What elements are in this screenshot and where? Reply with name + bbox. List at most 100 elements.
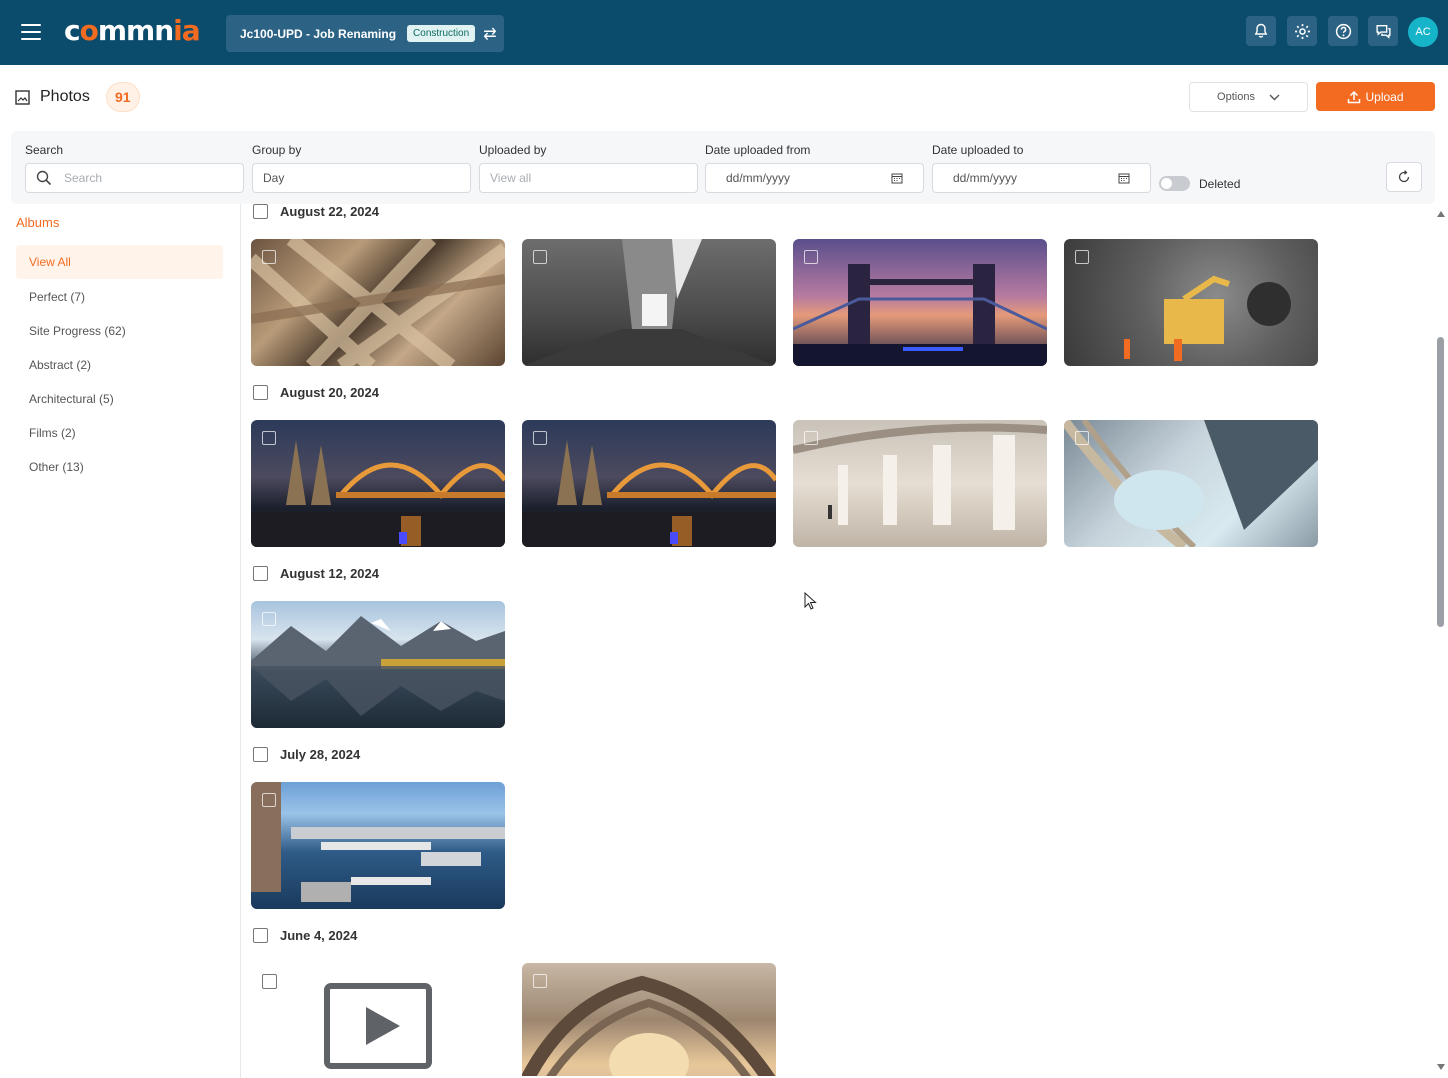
photo-art — [793, 423, 1047, 530]
cologne-bridge-photo[interactable] — [522, 420, 776, 547]
tree-tunnel-photo[interactable] — [522, 963, 776, 1076]
upload-icon — [1348, 90, 1361, 103]
menu-icon[interactable] — [21, 24, 41, 41]
date-to-label: Date uploaded to — [932, 143, 1024, 157]
group-checkbox[interactable] — [253, 566, 268, 581]
photo-checkbox[interactable] — [533, 431, 547, 445]
photo-checkbox[interactable] — [262, 250, 276, 264]
job-title: Jc100-UPD - Job Renaming — [240, 26, 397, 41]
messages-button[interactable] — [1368, 16, 1398, 46]
wooden-beams-photo[interactable] — [251, 239, 505, 366]
photo-checkbox[interactable] — [804, 250, 818, 264]
deleted-label: Deleted — [1199, 176, 1241, 191]
date-to-input[interactable]: dd/mm/yyyy — [932, 163, 1151, 193]
tunnel-machinery-photo[interactable] — [1064, 239, 1318, 366]
scroll-up-arrow[interactable] — [1437, 211, 1445, 217]
video-checkbox[interactable] — [262, 974, 277, 989]
date-group-header: August 20, 2024 — [253, 385, 379, 400]
group-checkbox[interactable] — [253, 747, 268, 762]
job-type-badge: Construction — [407, 25, 476, 42]
album-item-abstract[interactable]: Abstract (2) — [16, 348, 223, 382]
glass-tower-photo[interactable] — [1064, 420, 1318, 547]
date-group-header: June 4, 2024 — [253, 928, 357, 943]
deleted-toggle-group: Deleted — [1159, 176, 1240, 191]
search-input[interactable]: Search — [25, 163, 244, 193]
calendar-icon[interactable] — [1118, 172, 1130, 184]
options-label: Options — [1217, 91, 1255, 103]
album-item-perfect[interactable]: Perfect (7) — [16, 280, 223, 314]
album-item-view-all[interactable]: View All — [16, 245, 223, 279]
colonnade-photo[interactable] — [793, 420, 1047, 547]
uploaded-by-placeholder: View all — [490, 171, 532, 185]
reset-filters-button[interactable] — [1386, 162, 1422, 192]
group-date: August 20, 2024 — [280, 385, 379, 400]
group-checkbox[interactable] — [253, 928, 268, 943]
gear-icon — [1294, 23, 1310, 39]
cologne-bridge-photo[interactable] — [251, 420, 505, 547]
swap-icon[interactable]: ⇄ — [483, 24, 496, 44]
photo-checkbox[interactable] — [1075, 250, 1089, 264]
album-item-films[interactable]: Films (2) — [16, 416, 223, 450]
chat-icon — [1375, 24, 1391, 39]
date-group-header: August 22, 2024 — [253, 204, 379, 219]
help-icon — [1335, 23, 1351, 39]
help-button[interactable] — [1328, 16, 1358, 46]
tower-bridge-photo[interactable] — [793, 239, 1047, 366]
gallery-scrollbar[interactable] — [1435, 204, 1448, 1076]
group-date: August 12, 2024 — [280, 566, 379, 581]
video-play-icon — [324, 983, 432, 1069]
uploaded-by-select[interactable]: View all — [479, 163, 698, 193]
scrollbar-thumb[interactable] — [1437, 337, 1444, 627]
photo-art — [793, 264, 1047, 366]
photo-art — [522, 239, 776, 366]
app-logo[interactable]: commnia — [64, 14, 201, 47]
photo-checkbox[interactable] — [804, 431, 818, 445]
group-date: August 22, 2024 — [280, 204, 379, 219]
date-from-input[interactable]: dd/mm/yyyy — [705, 163, 924, 193]
photo-checkbox[interactable] — [533, 974, 547, 988]
harbor-city-photo[interactable] — [251, 782, 505, 909]
options-dropdown[interactable]: Options — [1189, 82, 1308, 112]
calendar-icon[interactable] — [891, 172, 903, 184]
user-avatar[interactable]: AC — [1408, 17, 1438, 47]
bell-icon — [1254, 23, 1268, 38]
photo-checkbox[interactable] — [1075, 431, 1089, 445]
date-to-filter: Date uploaded to dd/mm/yyyy — [932, 143, 1151, 193]
album-item-architectural[interactable]: Architectural (5) — [16, 382, 223, 416]
album-item-site-progress[interactable]: Site Progress (62) — [16, 314, 223, 348]
uploaded-by-label: Uploaded by — [479, 143, 547, 157]
job-selector[interactable]: Jc100-UPD - Job Renaming Construction ⇄ — [226, 15, 504, 52]
group-checkbox[interactable] — [253, 204, 268, 219]
group-checkbox[interactable] — [253, 385, 268, 400]
photo-gallery: August 22, 2024 August 20, 2024 August 1… — [241, 204, 1434, 1076]
mouse-cursor-icon — [804, 592, 817, 610]
photo-art — [251, 782, 505, 902]
mountain-lake-photo[interactable] — [251, 601, 505, 728]
photo-art — [522, 440, 776, 547]
albums-title: Albums — [16, 215, 60, 230]
photo-checkbox[interactable] — [262, 431, 276, 445]
group-by-filter: Group by Day — [252, 143, 471, 193]
scroll-down-arrow[interactable] — [1437, 1064, 1445, 1070]
video-item[interactable] — [251, 963, 505, 1076]
photo-count-badge: 91 — [105, 82, 140, 112]
image-icon — [15, 89, 30, 105]
photo-art — [522, 975, 776, 1076]
date-to-placeholder: dd/mm/yyyy — [953, 171, 1018, 185]
upload-button[interactable]: Upload — [1316, 82, 1435, 111]
notifications-button[interactable] — [1246, 16, 1276, 46]
photo-checkbox[interactable] — [262, 793, 276, 807]
group-by-select[interactable]: Day — [252, 163, 471, 193]
photo-art — [251, 440, 505, 547]
refresh-icon — [1398, 170, 1410, 183]
photo-art — [1064, 420, 1318, 547]
album-item-other[interactable]: Other (13) — [16, 450, 223, 484]
settings-button[interactable] — [1287, 16, 1317, 46]
photo-checkbox[interactable] — [533, 250, 547, 264]
concrete-corridor-photo[interactable] — [522, 239, 776, 366]
date-from-filter: Date uploaded from dd/mm/yyyy — [705, 143, 924, 193]
photo-art — [1124, 275, 1291, 361]
deleted-toggle[interactable] — [1159, 176, 1190, 191]
photo-art — [251, 239, 505, 366]
photo-checkbox[interactable] — [262, 612, 276, 626]
